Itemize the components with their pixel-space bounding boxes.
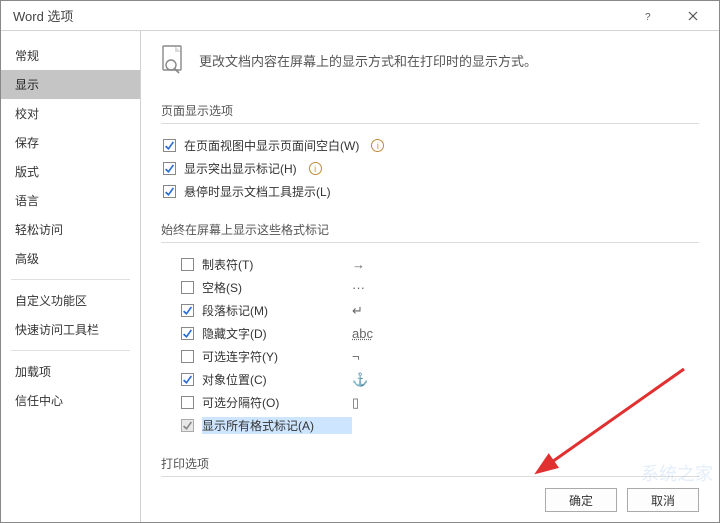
section-formatting-marks: 始终在屏幕上显示这些格式标记 [161,215,699,243]
svg-text:?: ? [645,12,651,21]
section-print-options: 打印选项 [161,449,699,477]
sidebar-separator [11,279,130,280]
format-symbol: ↵ [352,303,363,319]
page-header: 更改文档内容在屏幕上的显示方式和在打印时的显示方式。 [161,45,699,78]
opt-show-all-formatting[interactable]: 显示所有格式标记(A) [179,414,699,437]
close-icon [688,11,698,21]
sidebar-item-label: 加载项 [15,365,51,379]
checkbox[interactable] [181,304,194,317]
dialog-footer: 确定 取消 [545,488,699,512]
option-label: 空格(S) [202,279,352,296]
opt-show-tooltips[interactable]: 悬停时显示文档工具提示(L) [161,180,699,203]
option-label: 悬停时显示文档工具提示(L) [184,183,331,200]
sidebar-item-label: 版式 [15,165,39,179]
format-symbol: ··· [352,280,365,295]
titlebar: Word 选项 ? [1,1,719,31]
opt-show-white-space[interactable]: 在页面视图中显示页面间空白(W) i [161,134,699,157]
help-icon: ? [644,11,654,21]
option-label: 可选分隔符(O) [202,394,352,411]
content-inner: 更改文档内容在屏幕上的显示方式和在打印时的显示方式。 页面显示选项 在页面视图中… [141,31,719,522]
sidebar-item-label: 高级 [15,252,39,266]
option-label: 隐藏文字(D) [202,325,352,342]
checkbox[interactable] [181,350,194,363]
info-icon[interactable]: i [371,139,384,152]
dialog-body: 常规 显示 校对 保存 版式 语言 轻松访问 高级 自定义功能区 快速访问工具栏… [1,31,719,522]
sidebar-item-label: 快速访问工具栏 [15,323,99,337]
checkbox[interactable] [163,185,176,198]
window-title: Word 选项 [13,6,627,25]
sidebar-item-customize-ribbon[interactable]: 自定义功能区 [1,286,140,315]
option-label: 对象位置(C) [202,371,352,388]
close-button[interactable] [671,2,715,30]
opt-optional-breaks[interactable]: 可选分隔符(O) ▯ [179,391,699,414]
sidebar-item-addins[interactable]: 加载项 [1,357,140,386]
sidebar-item-label: 常规 [15,49,39,63]
opt-optional-hyphen[interactable]: 可选连字符(Y) ¬ [179,345,699,368]
opt-show-highlight[interactable]: 显示突出显示标记(H) i [161,157,699,180]
sidebar-item-label: 显示 [15,78,39,92]
option-label: 可选连字符(Y) [202,348,352,365]
window: Word 选项 ? 常规 显示 校对 保存 版式 语言 轻松访问 高级 自定义功… [0,0,720,523]
sidebar-separator [11,350,130,351]
option-label: 制表符(T) [202,256,352,273]
opt-tab-char[interactable]: 制表符(T) → [179,253,699,276]
sidebar-item-label: 轻松访问 [15,223,63,237]
sidebar-item-trust-center[interactable]: 信任中心 [1,386,140,415]
button-label: 取消 [651,492,675,509]
sidebar-item-layout[interactable]: 版式 [1,157,140,186]
button-label: 确定 [569,492,593,509]
cancel-button[interactable]: 取消 [627,488,699,512]
sidebar-item-ease-of-access[interactable]: 轻松访问 [1,215,140,244]
checkbox[interactable] [163,139,176,152]
checkbox[interactable] [181,258,194,271]
sidebar-item-label: 校对 [15,107,39,121]
ok-button[interactable]: 确定 [545,488,617,512]
format-symbol: → [352,257,365,272]
sidebar-item-label: 保存 [15,136,39,150]
format-symbol: abc [352,326,373,341]
sidebar: 常规 显示 校对 保存 版式 语言 轻松访问 高级 自定义功能区 快速访问工具栏… [1,31,141,522]
option-label: 段落标记(M) [202,302,352,319]
sidebar-item-label: 信任中心 [15,394,63,408]
format-symbol: ¬ [352,349,360,364]
info-icon[interactable]: i [309,162,322,175]
checkbox[interactable] [181,327,194,340]
opt-spaces[interactable]: 空格(S) ··· [179,276,699,299]
help-button[interactable]: ? [627,2,671,30]
section-page-display-options: 页面显示选项 [161,96,699,124]
content-panel: 更改文档内容在屏幕上的显示方式和在打印时的显示方式。 页面显示选项 在页面视图中… [141,31,719,522]
option-label: 显示突出显示标记(H) [184,160,297,177]
sidebar-item-quick-access-toolbar[interactable]: 快速访问工具栏 [1,315,140,344]
opt-hidden-text[interactable]: 隐藏文字(D) abc [179,322,699,345]
option-label: 在页面视图中显示页面间空白(W) [184,137,359,154]
option-label: 显示所有格式标记(A) [202,417,352,434]
sidebar-item-display[interactable]: 显示 [1,70,140,99]
sidebar-item-proofing[interactable]: 校对 [1,99,140,128]
checkbox[interactable] [181,419,194,432]
sidebar-item-advanced[interactable]: 高级 [1,244,140,273]
sidebar-item-general[interactable]: 常规 [1,41,140,70]
opt-paragraph-marks[interactable]: 段落标记(M) ↵ [179,299,699,322]
sidebar-item-language[interactable]: 语言 [1,186,140,215]
checkbox[interactable] [181,396,194,409]
sidebar-item-save[interactable]: 保存 [1,128,140,157]
sidebar-item-label: 语言 [15,194,39,208]
page-header-text: 更改文档内容在屏幕上的显示方式和在打印时的显示方式。 [199,45,537,70]
anchor-icon: ⚓ [352,372,368,388]
checkbox[interactable] [181,281,194,294]
checkbox[interactable] [163,162,176,175]
checkbox[interactable] [181,373,194,386]
sidebar-item-label: 自定义功能区 [15,294,87,308]
opt-object-anchors[interactable]: 对象位置(C) ⚓ [179,368,699,391]
page-magnifier-icon [161,45,187,78]
format-symbol: ▯ [352,395,359,411]
